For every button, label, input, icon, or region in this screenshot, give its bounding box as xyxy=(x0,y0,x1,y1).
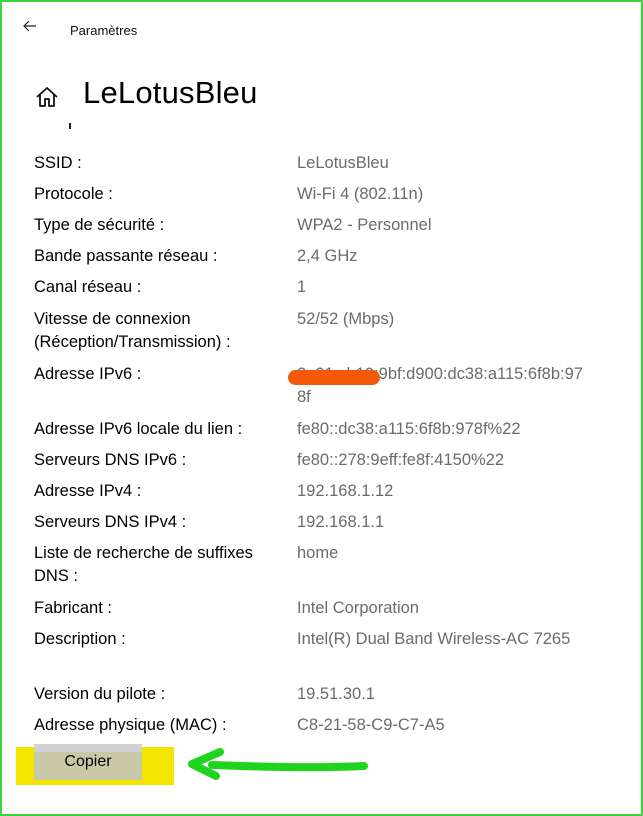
property-label: Bande passante réseau : xyxy=(34,247,218,265)
property-label: Protocole : xyxy=(34,185,113,203)
redaction-mark xyxy=(288,370,380,385)
window-title: Paramètres xyxy=(70,23,138,38)
copy-button-label: Copier xyxy=(64,753,112,770)
property-label: Type de sécurité : xyxy=(34,216,165,234)
property-value: home xyxy=(297,544,339,562)
property-label: Adresse IPv6 locale du lien : xyxy=(34,420,243,438)
property-label: Adresse IPv4 : xyxy=(34,482,142,500)
copy-button[interactable]: Copier xyxy=(34,744,142,780)
property-value: 1 xyxy=(297,278,307,296)
property-label: Description : xyxy=(34,630,126,648)
home-icon xyxy=(36,87,58,107)
property-label: SSID : xyxy=(34,154,82,172)
divider-mark xyxy=(69,123,71,129)
property-value: 52/52 (Mbps) xyxy=(297,310,395,328)
property-label: Serveurs DNS IPv6 : xyxy=(34,451,187,469)
property-label: Version du pilote : xyxy=(34,685,166,703)
property-label: Fabricant : xyxy=(34,599,112,617)
property-label: Canal réseau : xyxy=(34,278,142,296)
property-label: Liste de recherche de suffixes DNS : xyxy=(34,544,253,585)
property-value: 19.51.30.1 xyxy=(297,685,375,703)
property-value: 2,4 GHz xyxy=(297,247,358,265)
property-value: fe80::278:9eff:fe8f:4150%22 xyxy=(297,451,505,469)
back-arrow-icon xyxy=(23,20,36,32)
annotation-arrow-icon xyxy=(188,748,368,780)
settings-window: Paramètres LeLotusBleu SSID : LeLotusBle… xyxy=(0,0,643,816)
property-label: Adresse IPv6 : xyxy=(34,365,142,383)
property-label: Vitesse de connexion (Réception/Transmis… xyxy=(34,310,231,351)
button-top-band xyxy=(34,744,142,752)
property-value: WPA2 - Personnel xyxy=(297,216,432,234)
property-value: C8-21-58-C9-C7-A5 xyxy=(297,716,445,734)
property-label: Adresse physique (MAC) : xyxy=(34,716,227,734)
home-button[interactable] xyxy=(32,82,62,112)
page-title: LeLotusBleu xyxy=(83,75,258,110)
property-value: fe80::dc38:a115:6f8b:978f%22 xyxy=(297,420,521,438)
property-value: Intel(R) Dual Band Wireless-AC 7265 xyxy=(297,630,571,648)
property-value: 192.168.1.1 xyxy=(297,513,385,531)
property-value: LeLotusBleu xyxy=(297,154,389,172)
property-value: 192.168.1.12 xyxy=(297,482,394,500)
property-value: Wi-Fi 4 (802.11n) xyxy=(297,185,424,203)
back-button[interactable] xyxy=(16,12,44,40)
title-bar: Paramètres xyxy=(4,4,641,52)
property-label: Serveurs DNS IPv4 : xyxy=(34,513,187,531)
property-value: Intel Corporation xyxy=(297,599,419,617)
